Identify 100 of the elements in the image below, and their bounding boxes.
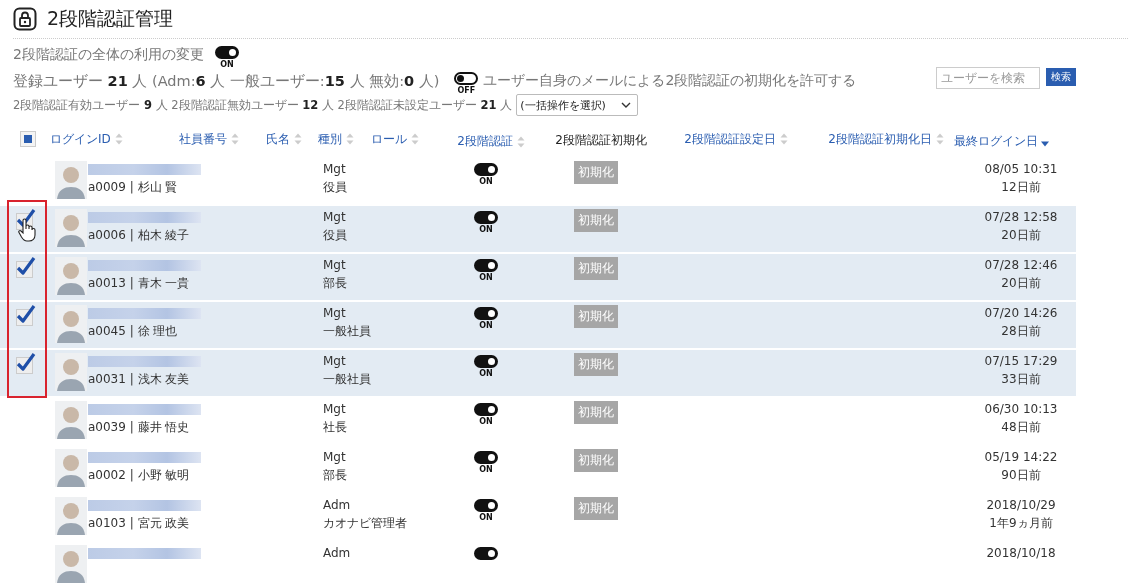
user-id-name: a0002 | 小野 敏明	[88, 467, 191, 484]
user-type: Mgt	[323, 450, 346, 464]
last-login-date: 2018/10/18	[986, 546, 1056, 560]
last-login-ago: 20日前	[1001, 227, 1041, 244]
bulk-action-dropdown[interactable]: (一括操作を選択)	[516, 94, 639, 116]
last-login-date: 07/28 12:46	[984, 258, 1058, 272]
column-header[interactable]: ロール	[371, 130, 407, 148]
column-header[interactable]: 2段階認証初期化日	[828, 130, 932, 148]
toggle-state: ON	[479, 273, 493, 282]
table-row[interactable]: a0013 | 青木 一貴 Mgt 部長 ON 初期化 07/28 12:46 20日前	[0, 252, 1076, 300]
column-header[interactable]: ログインID	[50, 130, 111, 148]
toggle-switch[interactable]	[474, 499, 498, 512]
toggle-switch[interactable]	[454, 72, 479, 85]
toggle-switch[interactable]	[474, 163, 498, 176]
table-row[interactable]: a0045 | 徐 理也 Mgt 一般社員 ON 初期化 07/20 14:26 28日前	[0, 300, 1076, 348]
column-header[interactable]: 2段階認証設定日	[684, 130, 776, 148]
user-role: 部長	[323, 467, 347, 484]
user-type: Adm	[323, 546, 351, 560]
column-header[interactable]: 社員番号	[179, 130, 227, 148]
toggle-switch[interactable]	[474, 307, 498, 320]
toggle-state: ON	[479, 513, 493, 522]
user-role: 社長	[323, 419, 347, 436]
user-role: 一般社員	[323, 371, 371, 388]
user-type: Mgt	[323, 354, 346, 368]
column-header: 2段階認証初期化	[555, 132, 647, 149]
user-type: Adm	[323, 498, 351, 512]
user-id-name: a0103 | 宮元 政美	[88, 515, 191, 532]
lock-icon	[13, 7, 37, 31]
toggle-switch[interactable]	[474, 355, 498, 368]
table-row[interactable]: Adm 2018/10/18	[0, 540, 1076, 585]
search-button[interactable]: 検索	[1046, 68, 1076, 86]
table-row[interactable]: a0006 | 柏木 綾子 Mgt 役員 ON 初期化 07/28 12:58 20日前	[0, 204, 1076, 252]
last-login-ago: 1年9ヵ月前	[989, 515, 1053, 532]
user-type: Mgt	[323, 258, 346, 272]
column-header[interactable]: 種別	[318, 130, 342, 148]
user-type: Mgt	[323, 306, 346, 320]
user-role: 役員	[323, 179, 347, 196]
last-login-date: 07/28 12:58	[984, 210, 1058, 224]
toggle-state: ON	[220, 60, 234, 69]
user-type: Mgt	[323, 162, 346, 176]
toggle-switch[interactable]	[474, 211, 498, 224]
table-row[interactable]: a0002 | 小野 敏明 Mgt 部長 ON 初期化 05/19 14:22 90日前	[0, 444, 1076, 492]
user-role: 部長	[323, 275, 347, 292]
user-id-name: a0031 | 浅木 友美	[88, 371, 191, 388]
user-id-name: a0045 | 徐 理也	[88, 323, 179, 340]
table-row[interactable]: a0103 | 宮元 政美 Adm カオナビ管理者 ON 初期化 2018/10/29 1年9ヵ月前	[0, 492, 1076, 540]
user-type: Mgt	[323, 210, 346, 224]
user-role: 一般社員	[323, 323, 371, 340]
user-id-name: a0013 | 青木 一貴	[88, 275, 191, 292]
avatar-icon	[55, 449, 87, 487]
toggle-switch[interactable]	[474, 259, 498, 272]
avatar-icon	[55, 497, 87, 535]
select-all-checkbox[interactable]	[20, 131, 36, 147]
hand-cursor-icon	[18, 218, 36, 242]
toggle-switch[interactable]	[474, 451, 498, 464]
avatar-icon	[55, 257, 87, 295]
last-login-date: 05/19 14:22	[984, 450, 1058, 464]
row-checkbox[interactable]	[14, 352, 36, 374]
last-login-date: 07/15 17:29	[984, 354, 1058, 368]
avatar-icon	[55, 353, 87, 391]
row-checkbox[interactable]	[14, 304, 36, 326]
user-type: Mgt	[323, 402, 346, 416]
page-title: 2段階認証管理	[47, 6, 174, 31]
user-summary: 登録ユーザー 21 人 (Adm:6 人 一般ユーザー:15 人 無効:0 人)	[13, 72, 440, 91]
last-login-ago: 48日前	[1001, 419, 1041, 436]
column-header[interactable]: 最終ログイン日	[953, 132, 1038, 150]
toggle-state: ON	[479, 369, 493, 378]
toggle-switch[interactable]	[474, 403, 498, 416]
last-login-date: 2018/10/29	[986, 498, 1056, 512]
toggle-state: ON	[479, 417, 493, 426]
avatar-icon	[55, 545, 87, 583]
last-login-ago: 28日前	[1001, 323, 1041, 340]
user-id-name: a0009 | 杉山 賢	[88, 179, 179, 196]
avatar-icon	[55, 401, 87, 439]
chevron-down-icon	[621, 102, 632, 108]
last-login-ago: 12日前	[1001, 179, 1041, 196]
setting-label: 2段階認証の全体の利用の変更	[13, 46, 204, 64]
toggle-switch[interactable]	[214, 46, 239, 59]
search-field[interactable]: ユーザーを検索	[936, 67, 1040, 89]
last-login-date: 06/30 10:13	[984, 402, 1058, 416]
toggle-state: ON	[479, 177, 493, 186]
column-header[interactable]: 氏名	[266, 130, 290, 148]
toggle-state: ON	[479, 465, 493, 474]
toggle-switch[interactable]	[474, 547, 498, 560]
user-role: カオナビ管理者	[323, 515, 407, 532]
toggle-state: ON	[479, 225, 493, 234]
last-login-ago: 90日前	[1001, 467, 1041, 484]
last-login-ago: 33日前	[1001, 371, 1041, 388]
status-counts: 2段階認証有効ユーザー 9 人 2段階認証無効ユーザー 12 人 2段階認証未設定ユーザー 21 人	[13, 97, 513, 113]
last-login-ago: 20日前	[1001, 275, 1041, 292]
row-checkbox[interactable]	[14, 256, 36, 278]
setting-label: ユーザー自身のメールによる2段階認証の初期化を許可する	[483, 72, 857, 90]
last-login-date: 08/05 10:31	[984, 162, 1058, 176]
column-header[interactable]: 2段階認証	[457, 133, 513, 150]
table-row[interactable]: a0039 | 藤井 悟史 Mgt 社長 ON 初期化 06/30 10:13 48日前	[0, 396, 1076, 444]
toggle-state: OFF	[457, 86, 476, 95]
avatar-icon	[55, 305, 87, 343]
user-id-name: a0039 | 藤井 悟史	[88, 419, 191, 436]
last-login-date: 07/20 14:26	[984, 306, 1058, 320]
table-row[interactable]: a0031 | 浅木 友美 Mgt 一般社員 ON 初期化 07/15 17:29 33日前	[0, 348, 1076, 396]
